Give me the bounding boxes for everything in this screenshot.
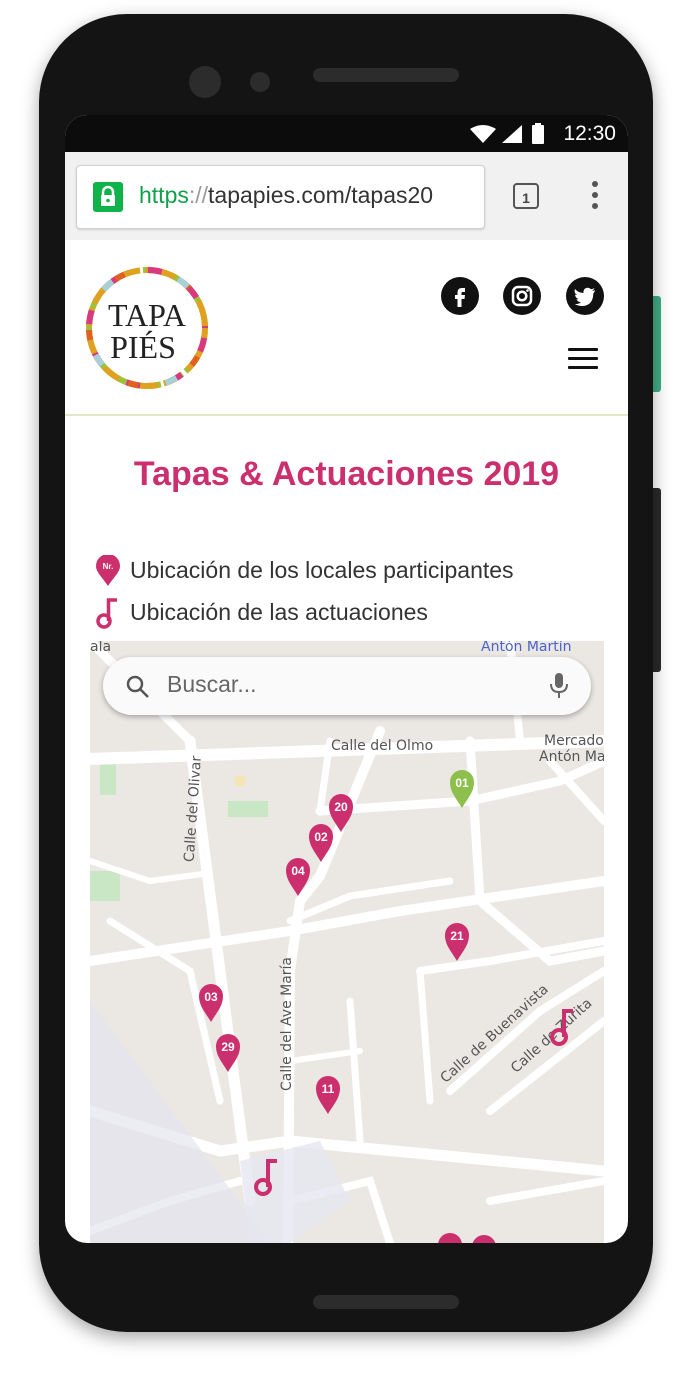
wifi-icon [470,125,496,143]
map-pin[interactable]: 02 [308,823,334,863]
signal-icon [502,125,522,143]
proximity-sensor [250,72,270,92]
map-pin[interactable]: 01 [449,769,475,809]
url-text: https://tapapies.com/tapas20 [139,182,433,209]
search-icon[interactable] [125,674,151,700]
bottom-speaker [313,1295,459,1309]
svg-text:Nr.: Nr. [103,562,114,571]
twitter-icon[interactable] [566,277,604,315]
music-note-marker[interactable] [549,1007,577,1047]
label-calle-ave-maria: Calle del Ave María [279,956,296,1092]
url-bar[interactable]: https://tapapies.com/tapas20 [76,165,485,229]
page-title: Tapas & Actuaciones 2019 [133,455,560,493]
url-separator: :// [188,182,209,208]
map-pin[interactable]: 29 [215,1033,241,1073]
label-mercado-1: Mercado [544,733,604,749]
pin-label: 01 [455,776,469,790]
legend-performances-label: Ubicación de las actuaciones [130,599,428,625]
url-host-path: tapapies.com/tapas20 [208,182,434,208]
map[interactable]: Antón Martín Calle del Olmo Mercado Antó… [90,641,604,1243]
front-camera [189,66,221,98]
map-streets [90,641,604,1243]
instagram-icon[interactable] [503,277,541,315]
microphone-icon[interactable] [548,671,570,701]
pin-label: 21 [450,929,464,943]
pin-label: 02 [314,830,328,844]
phone-screen: 12:30 https://tapapies.com/tapas20 1 TAP… [65,115,628,1243]
pin-label: 29 [221,1040,235,1054]
status-bar: 12:30 [65,115,628,152]
pin-label: 03 [204,990,218,1004]
site-header: TAPA PIÉS [65,240,628,416]
legend-venues-label: Ubicación de los locales participantes [130,557,514,583]
label-anton-martin: Antón Martín [481,641,572,655]
pin-label: 11 [321,1082,335,1096]
lock-icon [93,182,123,212]
pin-label: 04 [291,864,305,878]
map-pin[interactable]: 03 [198,983,224,1023]
label-calle-olmo: Calle del Olmo [331,738,434,754]
overflow-menu-icon[interactable] [585,178,605,214]
browser-toolbar: https://tapapies.com/tapas20 1 [65,152,628,240]
tab-switcher-button[interactable]: 1 [513,183,539,209]
map-search-bar[interactable] [103,657,591,715]
logo-text-bottom: PIÉS [110,329,176,365]
power-button [653,488,661,672]
map-search-input[interactable] [167,671,527,698]
status-time: 12:30 [563,122,616,145]
map-pin-partial[interactable] [436,1233,496,1243]
status-icons [470,123,544,144]
battery-icon [532,125,544,144]
facebook-icon[interactable] [441,277,479,315]
url-scheme: https [139,182,189,208]
hamburger-menu-icon[interactable] [568,348,598,370]
map-pin[interactable]: 04 [285,857,311,897]
label-edge-left: ala [90,641,112,655]
label-mercado-2: Antón Mar [539,749,604,765]
pin-label: 20 [334,800,348,814]
music-note-marker[interactable] [253,1157,281,1197]
logo-text-top: TAPA [108,297,186,333]
venue-pin-icon: Nr. [96,555,120,586]
tapapies-logo[interactable]: TAPA PIÉS [83,264,211,392]
map-pin[interactable]: 11 [315,1075,341,1115]
volume-button [653,296,661,392]
earpiece [313,68,459,82]
music-note-icon [96,598,117,629]
map-pin[interactable]: 21 [444,922,470,962]
